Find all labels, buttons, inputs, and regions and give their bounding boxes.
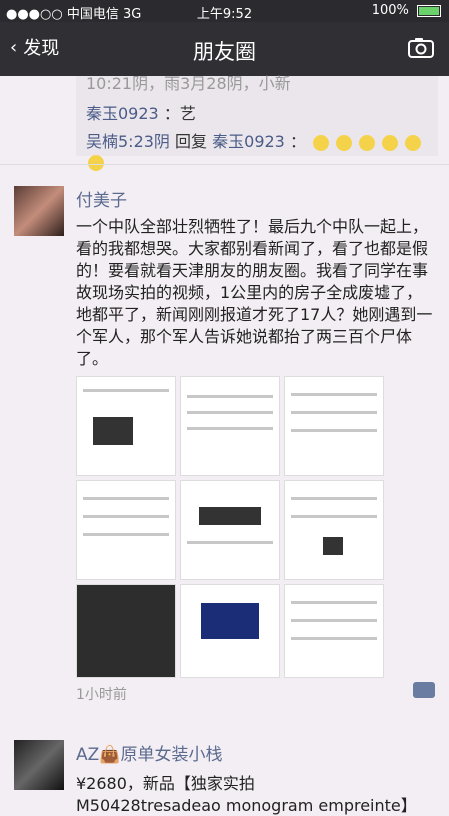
previous-post-meta: 10:21阴，雨3月28阴，小新 [86, 74, 291, 93]
comment-icon[interactable] [413, 682, 435, 698]
post-image[interactable] [180, 376, 280, 476]
image-thumb [323, 537, 343, 555]
image-line [291, 515, 377, 518]
emoji-icon [336, 134, 353, 151]
previous-post-comments: 10:21阴，雨3月28阴，小新 秦玉0923 ：艺 吴楠5:23阴 回复 秦玉… [76, 74, 438, 171]
moments-feed: 10:21阴，雨3月28阴，小新 秦玉0923 ：艺 吴楠5:23阴 回复 秦玉… [0, 74, 449, 815]
comment-author[interactable]: 秦玉0923 [86, 104, 159, 123]
image-line [83, 515, 169, 518]
image-line [291, 637, 377, 640]
image-line [83, 497, 169, 500]
image-thumb [93, 417, 133, 445]
post-author-name[interactable]: 付美子 [76, 186, 127, 211]
post-body: 一个中队全部壮烈牺牲了！最后九个中队一起上，看的我都想哭。大家都别看新闻了，看了… [76, 217, 433, 368]
image-thumb [201, 603, 259, 639]
comment-reply-word: 回复 [175, 132, 208, 151]
image-line [83, 389, 169, 392]
image-line [187, 427, 273, 430]
top-nav: ‹ 发现 朋友圈 [0, 22, 449, 76]
post-time: 1小时前 [76, 687, 127, 703]
comment-author[interactable]: 吴楠5:23阴 [86, 132, 170, 151]
battery-status: 100% [372, 3, 441, 18]
image-line [291, 497, 377, 500]
emoji-icon [382, 134, 399, 151]
status-bar: ●●●○○ 中国电信 3G 上午9:52 100% [0, 0, 449, 22]
avatar[interactable] [14, 740, 64, 790]
battery-icon [417, 4, 441, 17]
image-line [291, 411, 377, 414]
post-image[interactable] [180, 480, 280, 580]
post-body: ¥2680，新品【独家实拍 [76, 774, 255, 793]
image-line [187, 541, 273, 544]
image-thumb [199, 507, 261, 525]
post-image[interactable] [76, 584, 176, 678]
emoji-icon [359, 134, 376, 151]
image-line [83, 533, 169, 536]
comment-reply-target[interactable]: 秦玉0923 [212, 132, 285, 151]
battery-percent: 100% [371, 3, 409, 18]
post-divider [0, 164, 449, 165]
image-line [291, 429, 377, 432]
post-body: M50428tresadeao monogram empreinte】 [76, 796, 417, 815]
image-line [291, 393, 377, 396]
camera-icon[interactable] [407, 36, 435, 60]
post-image[interactable] [284, 584, 384, 678]
emoji-icon [88, 154, 104, 171]
post-image[interactable] [76, 376, 176, 476]
post-image-grid [76, 376, 384, 678]
post-image[interactable] [76, 480, 176, 580]
emoji-icon [405, 134, 422, 151]
post-image[interactable] [284, 480, 384, 580]
post-image[interactable] [180, 584, 280, 678]
comment-row: 秦玉0923 ：艺 [86, 100, 196, 124]
post-author-name[interactable]: AZ👜原单女装小栈 [76, 740, 222, 765]
image-line [291, 601, 377, 604]
page-title: 朋友圈 [193, 40, 256, 64]
avatar[interactable] [14, 186, 64, 236]
emoji-icon [313, 134, 330, 151]
image-line [291, 619, 377, 622]
image-line [187, 411, 273, 414]
image-line [187, 395, 273, 398]
comment-text: ： [289, 132, 306, 151]
post-image[interactable] [284, 376, 384, 476]
comment-text: ：艺 [163, 104, 196, 123]
